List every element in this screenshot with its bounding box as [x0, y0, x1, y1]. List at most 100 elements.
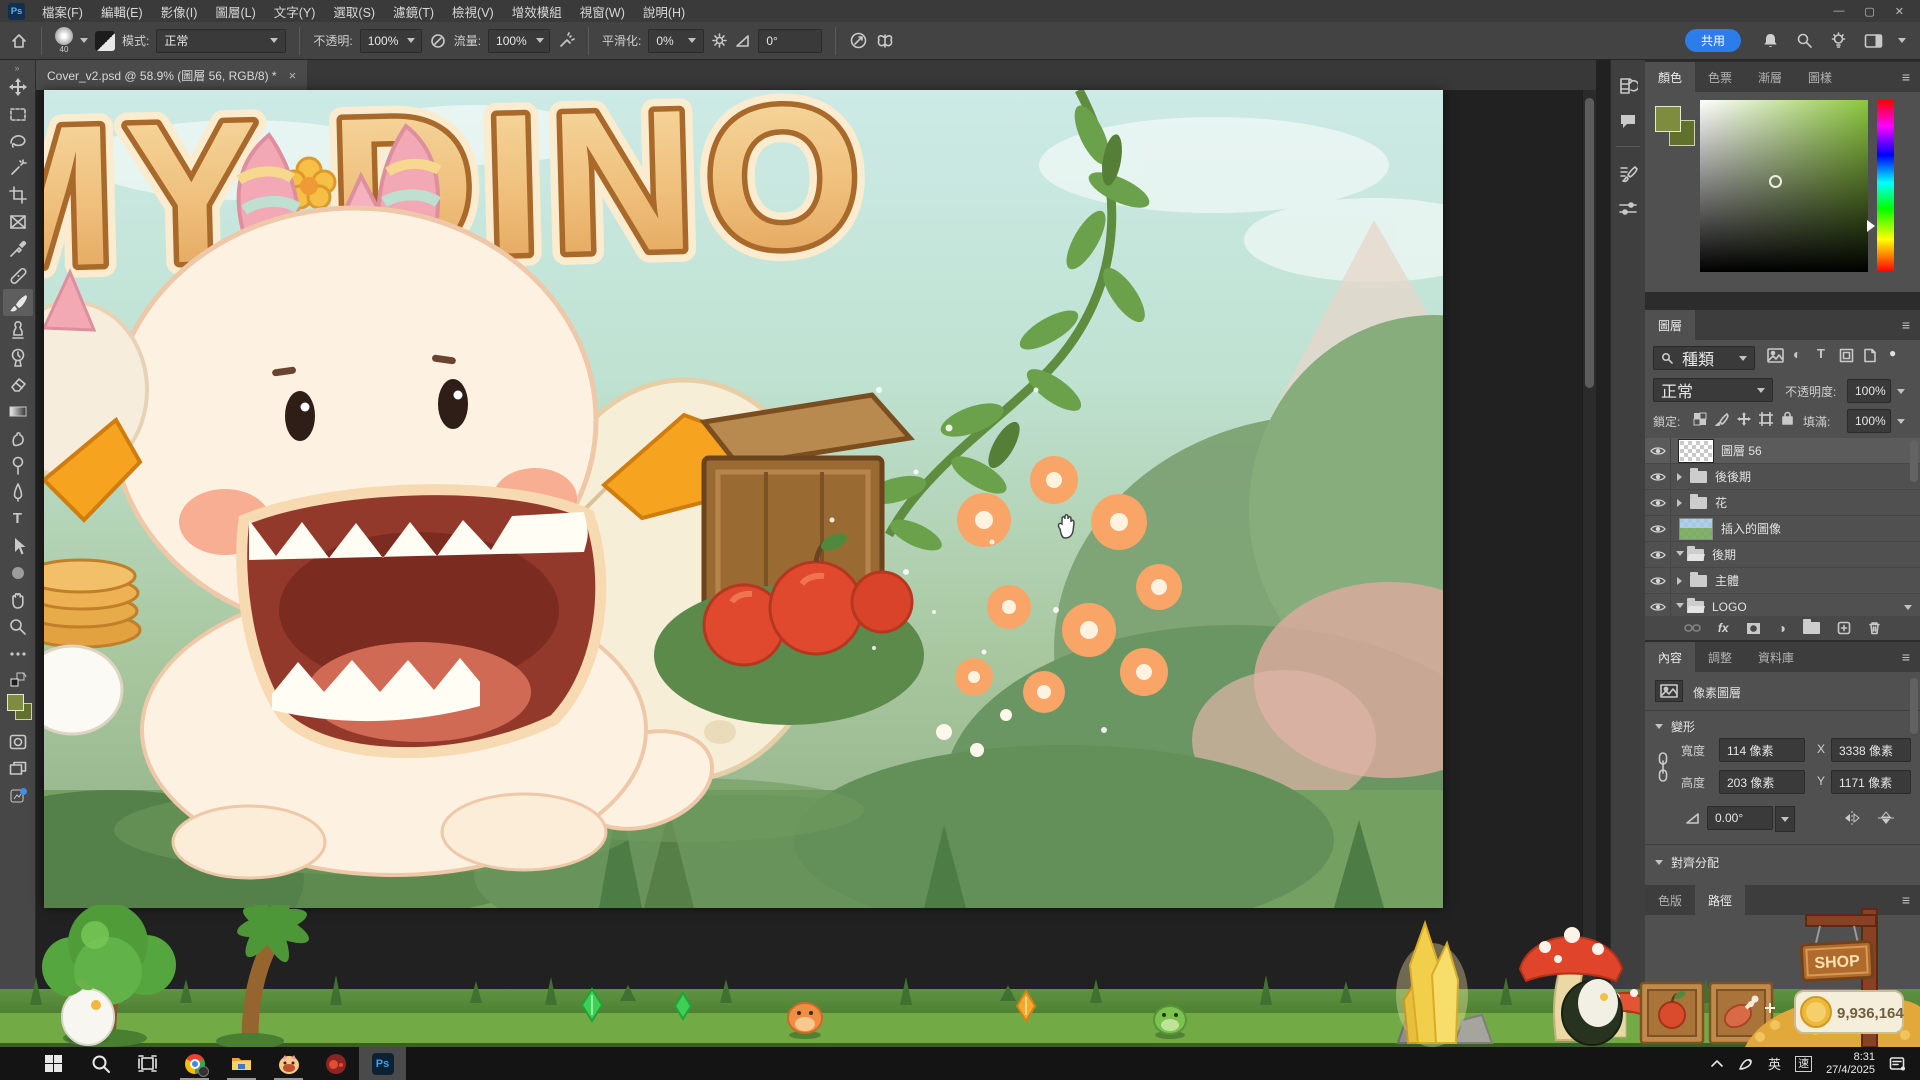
- game-crate-apple[interactable]: [1641, 983, 1703, 1043]
- lock-transparency-icon[interactable]: [1693, 412, 1707, 426]
- menu-edit[interactable]: 編輯(E): [92, 0, 152, 22]
- filter-shape-icon[interactable]: [1839, 348, 1854, 363]
- lasso-tool[interactable]: [3, 127, 33, 154]
- properties-panel-menu-icon[interactable]: ≡: [1892, 642, 1920, 672]
- move-tool[interactable]: [3, 73, 33, 100]
- smoothing-gear-icon[interactable]: [711, 32, 728, 49]
- visibility-eye-icon[interactable]: [1645, 490, 1671, 516]
- tab-swatches[interactable]: 色票: [1695, 62, 1745, 92]
- window-close-button[interactable]: ✕: [1895, 5, 1904, 18]
- layer-thumbnail[interactable]: [1679, 518, 1713, 540]
- canvas[interactable]: MY DINO MY DINO MY DINO: [44, 90, 1443, 908]
- layer-row[interactable]: 主體: [1645, 568, 1920, 594]
- new-layer-icon[interactable]: [1837, 621, 1851, 635]
- lock-position-icon[interactable]: [1737, 412, 1751, 426]
- notification-center-icon[interactable]: [1889, 1056, 1906, 1071]
- document-tab[interactable]: Cover_v2.psd @ 58.9% (圖層 56, RGB/8) * ×: [36, 60, 307, 90]
- fill-field[interactable]: 100%: [1847, 409, 1891, 433]
- dodge-tool[interactable]: [3, 451, 33, 478]
- link-layers-icon[interactable]: [1684, 623, 1701, 633]
- foreground-color-swatch-panel[interactable]: [1655, 106, 1681, 132]
- flow-select[interactable]: 100%: [488, 29, 550, 53]
- task-view-icon[interactable]: [124, 1047, 171, 1080]
- discover-bulb-icon[interactable]: [1830, 32, 1847, 49]
- align-collapse-icon[interactable]: [1655, 860, 1663, 869]
- gradient-tool[interactable]: [3, 397, 33, 424]
- menu-plugins[interactable]: 增效模組: [503, 0, 571, 22]
- tab-color[interactable]: 顏色: [1645, 62, 1695, 92]
- crop-tool[interactable]: [3, 181, 33, 208]
- layer-filter-select[interactable]: 種類: [1653, 346, 1755, 370]
- photoshop-taskbar-icon[interactable]: Ps: [359, 1047, 406, 1080]
- screen-mode-icon[interactable]: [3, 755, 33, 782]
- workspace-switcher-icon[interactable]: [1864, 33, 1883, 49]
- new-group-icon[interactable]: [1803, 622, 1820, 634]
- brush-tool[interactable]: [3, 289, 33, 316]
- edit-toolbar-icon[interactable]: [3, 640, 33, 667]
- layer-row[interactable]: 插入的圖像: [1645, 516, 1920, 542]
- taskbar-search-icon[interactable]: [77, 1047, 124, 1080]
- visibility-eye-icon[interactable]: [1645, 568, 1671, 594]
- type-tool[interactable]: T: [3, 505, 33, 532]
- fill-chevron-icon[interactable]: [1897, 419, 1905, 428]
- taskbar-clock[interactable]: 8:31 27/4/2025: [1826, 1051, 1875, 1077]
- hand-tool[interactable]: [3, 586, 33, 613]
- flip-horizontal-icon[interactable]: [1843, 810, 1861, 826]
- vertical-scrollbar[interactable]: [1582, 90, 1596, 1047]
- tab-adjustments[interactable]: 調整: [1695, 642, 1745, 672]
- layer-opacity-field[interactable]: 100%: [1847, 379, 1891, 403]
- window-minimize-button[interactable]: —: [1833, 5, 1844, 18]
- default-colors-icon[interactable]: [3, 667, 33, 694]
- menu-file[interactable]: 檔案(F): [33, 0, 92, 22]
- menu-layer[interactable]: 圖層(L): [206, 0, 264, 22]
- tab-layers[interactable]: 圖層: [1645, 310, 1695, 340]
- layer-row[interactable]: 花: [1645, 490, 1920, 516]
- layers-scroll-down-icon[interactable]: [1904, 605, 1912, 614]
- toolbar-collapse-icon[interactable]: »: [14, 63, 20, 73]
- airbrush-icon[interactable]: [557, 32, 575, 50]
- x-field[interactable]: 3338 像素: [1831, 738, 1911, 762]
- brush-settings-toggle-icon[interactable]: [95, 31, 115, 51]
- home-icon[interactable]: [10, 32, 28, 50]
- chrome-icon[interactable]: [171, 1047, 218, 1080]
- visibility-eye-icon[interactable]: [1645, 464, 1671, 490]
- tab-properties[interactable]: 內容: [1645, 642, 1695, 672]
- symmetry-butterfly-icon[interactable]: [875, 32, 895, 50]
- visibility-eye-icon[interactable]: [1645, 516, 1671, 542]
- lock-artboard-icon[interactable]: [1759, 412, 1773, 426]
- tab-patterns[interactable]: 圖樣: [1795, 62, 1845, 92]
- flip-vertical-icon[interactable]: [1877, 810, 1895, 826]
- properties-scrollbar-thumb[interactable]: [1910, 678, 1918, 734]
- history-panel-icon[interactable]: [1618, 76, 1638, 96]
- layer-row[interactable]: 後後期: [1645, 464, 1920, 490]
- eyedropper-tool[interactable]: [3, 235, 33, 262]
- workspace-chevron-icon[interactable]: [1898, 38, 1906, 47]
- width-field[interactable]: 114 像素: [1719, 738, 1805, 762]
- ime-language-indicator[interactable]: 英: [1768, 1054, 1781, 1073]
- tab-gradients[interactable]: 漸層: [1745, 62, 1795, 92]
- lock-all-icon[interactable]: [1781, 411, 1794, 425]
- coin-counter[interactable]: 9,936,164: [1795, 991, 1904, 1033]
- rotation-angle-field[interactable]: 0.00°: [1707, 806, 1773, 830]
- filter-adjustment-icon[interactable]: ◐: [1793, 346, 1801, 362]
- transform-collapse-icon[interactable]: [1655, 724, 1663, 733]
- filter-type-icon[interactable]: T: [1817, 346, 1825, 361]
- screen-recorder-icon[interactable]: [312, 1047, 359, 1080]
- filter-smart-object-icon[interactable]: [1863, 348, 1877, 363]
- menu-image[interactable]: 影像(I): [152, 0, 207, 22]
- ink-input-icon[interactable]: [1738, 1057, 1754, 1071]
- color-swatches[interactable]: [3, 694, 33, 728]
- window-maximize-button[interactable]: ▢: [1864, 5, 1874, 18]
- sync-status-icon[interactable]: [3, 782, 33, 809]
- layer-effects-fx-icon[interactable]: fx: [1718, 621, 1729, 635]
- smoothing-select[interactable]: 0%: [648, 29, 704, 53]
- quick-selection-tool[interactable]: [3, 154, 33, 181]
- shape-tool[interactable]: [3, 559, 33, 586]
- visibility-eye-icon[interactable]: [1645, 438, 1671, 464]
- lock-pixels-icon[interactable]: [1715, 412, 1729, 426]
- comments-panel-icon[interactable]: [1619, 113, 1637, 129]
- dino-game-app-icon[interactable]: [265, 1047, 312, 1080]
- blend-mode-select[interactable]: 正常: [156, 29, 286, 53]
- filter-pin-icon[interactable]: ●: [1889, 346, 1896, 360]
- path-selection-tool[interactable]: [3, 532, 33, 559]
